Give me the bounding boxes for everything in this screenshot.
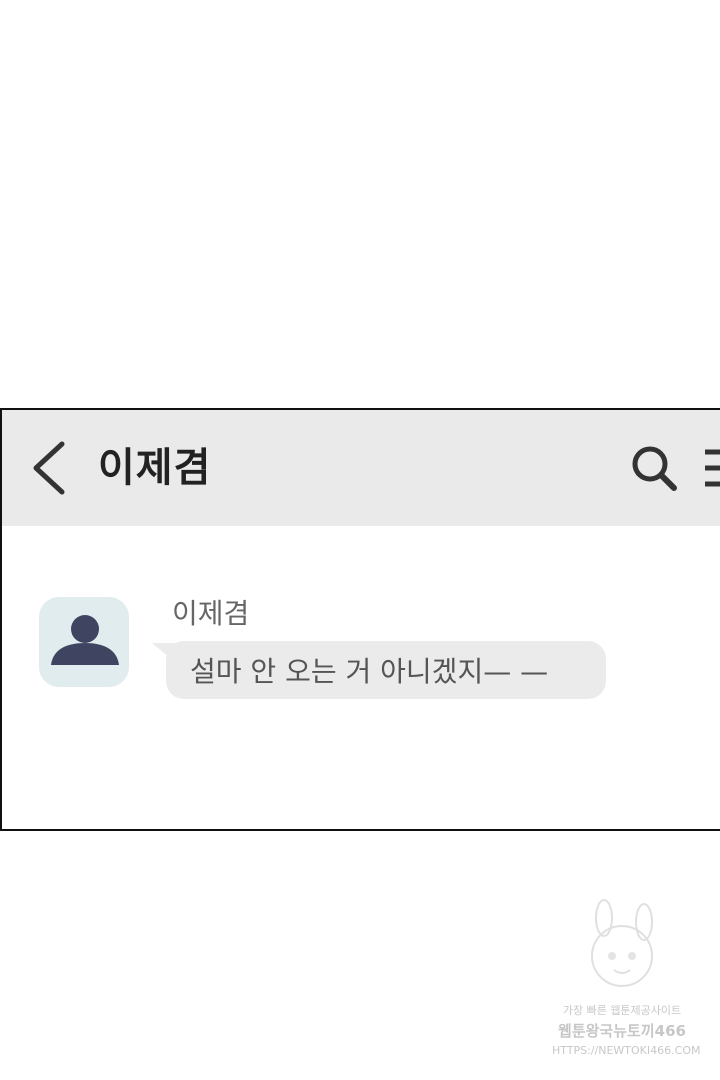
menu-button[interactable]: [702, 442, 720, 494]
sender-name: 이제겸: [172, 597, 250, 630]
menu-icon: [705, 449, 720, 487]
message-text: 설마 안 오는 거 아니겠지— —: [190, 655, 549, 688]
mascot-logo-icon: [591, 899, 653, 987]
watermark: 가장 빠른 웹툰제공사이트 웹툰왕국뉴토끼466 HTTPS://NEWTOKI…: [552, 898, 701, 1068]
screen-bottom-border: [0, 829, 720, 831]
message-bubble[interactable]: 설마 안 오는 거 아니겠지— —: [166, 641, 606, 699]
avatar[interactable]: [39, 597, 129, 687]
message-bubble-container: 설마 안 오는 거 아니겠지— —: [152, 641, 612, 701]
watermark-line-3: HTTPS://NEWTOKI466.COM: [552, 1044, 701, 1057]
person-icon: [51, 615, 119, 665]
search-icon: [632, 446, 677, 491]
search-button[interactable]: [626, 440, 682, 496]
back-button[interactable]: [24, 440, 72, 496]
chevron-left-icon: [33, 441, 65, 495]
chat-header: 이제겸: [2, 410, 720, 526]
watermark-line-2: 웹툰왕국뉴토끼466: [558, 1022, 686, 1040]
chat-title: 이제겸: [98, 445, 212, 491]
watermark-line-1: 가장 빠른 웹툰제공사이트: [562, 1004, 682, 1017]
